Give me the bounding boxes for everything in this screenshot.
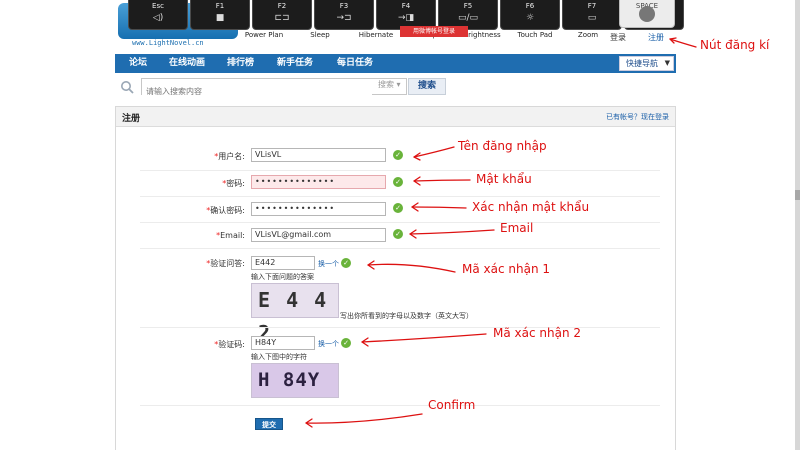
web-page: www.LightNovel.cn Esc ◁) F1 ■ F2 ⊏⊐ F3 →… (0, 0, 795, 450)
panel-title: 注册 (122, 114, 141, 124)
nav-item-forum[interactable]: 论坛 (129, 54, 147, 73)
confirm-password-label: *确认密码: (206, 206, 245, 215)
key-f6: F6 ☼ (500, 0, 560, 30)
key-label-touchpad: Touch Pad (517, 31, 553, 39)
password-label: *密码: (222, 179, 245, 188)
refresh-question-link[interactable]: 换一个 (318, 259, 339, 269)
search-type-label: 搜索 (378, 80, 394, 89)
divider (140, 196, 660, 197)
annotation-register: Nút đăng kí (700, 38, 770, 52)
checkmark-icon: ✓ (341, 258, 351, 268)
question-captcha-hint: 写出你所看到的字母以及数字（英文大写） (340, 312, 473, 320)
verify-question-field[interactable]: E442 (251, 256, 315, 270)
key-label-power-plan: Power Plan (244, 31, 284, 39)
nav-item-newbie-tasks[interactable]: 新手任务 (277, 54, 313, 73)
key-f2: F2 ⊏⊐ (252, 0, 312, 30)
annotation-password: Mật khẩu (476, 172, 532, 186)
refresh-code-link[interactable]: 换一个 (318, 339, 339, 349)
power-plan-icon: ⊏⊐ (274, 13, 290, 23)
key-name: F1 (215, 2, 225, 10)
sleep-icon: →⊐ (336, 13, 352, 23)
verify-code-hint: 输入下图中的字符 (251, 353, 307, 361)
quick-nav-dropdown[interactable]: 快捷导航 ▼ (619, 56, 674, 71)
verify-code-label: *验证码: (214, 340, 245, 349)
key-f7: F7 ▭ (562, 0, 622, 30)
chrome-icon (639, 6, 655, 22)
key-name: F6 (525, 2, 535, 10)
lock-icon: ■ (215, 13, 225, 23)
register-link[interactable]: 注册 (648, 32, 664, 43)
key-name: F7 (587, 2, 597, 10)
key-name: F2 (277, 2, 287, 10)
verify-question-hint: 输入下面问题的答案 (251, 273, 314, 281)
key-label-zoom: Zoom (577, 31, 599, 39)
mute-icon: ◁) (152, 13, 164, 23)
key-name: F5 (463, 2, 473, 10)
logo-url: www.LightNovel.cn (132, 39, 204, 47)
code-captcha-image: H 84Y (251, 363, 339, 398)
key-f3: F3 →⊐ (314, 0, 374, 30)
brightness-icon: ☼ (525, 13, 535, 23)
scrollbar-thumb[interactable] (795, 190, 800, 200)
checkmark-icon: ✓ (393, 203, 403, 213)
key-name: Esc (152, 2, 164, 10)
question-captcha-image: E 4 4 2 (251, 283, 339, 345)
divider (140, 170, 660, 171)
search-button[interactable]: 搜索 (408, 78, 446, 95)
divider (140, 222, 660, 223)
display-output-icon: ▭/▭ (457, 13, 479, 23)
divider (140, 405, 660, 406)
key-f1: F1 ■ (190, 0, 250, 30)
panel-header: 注册 已有帐号？现在登录 (116, 107, 675, 127)
have-account-login-link[interactable]: 已有帐号？现在登录 (606, 112, 669, 122)
username-field[interactable]: VLisVL (251, 148, 386, 162)
verify-question-label: *验证问答: (206, 259, 245, 268)
weibo-login-strip[interactable]: 用微博帐号登录 (400, 26, 468, 37)
annotation-captcha-2: Mã xác nhận 2 (493, 326, 582, 340)
key-name: F4 (401, 2, 411, 10)
quick-nav-label: 快捷导航 (626, 59, 658, 68)
main-nav: 论坛 在线动画 排行榜 新手任务 每日任务 (115, 54, 676, 73)
username-label: *用户名: (214, 152, 245, 161)
annotation-email: Email (500, 221, 534, 235)
login-link[interactable]: 登录 (610, 32, 626, 43)
divider (140, 327, 660, 328)
nav-item-online-anime[interactable]: 在线动画 (169, 54, 205, 73)
confirm-password-field[interactable]: •••••••••••••• (251, 202, 386, 216)
search-box (141, 78, 407, 99)
checkmark-icon: ✓ (341, 338, 351, 348)
search-icon (121, 81, 134, 94)
checkmark-icon: ✓ (393, 150, 403, 160)
function-key-overlay: Esc ◁) F1 ■ F2 ⊏⊐ F3 →⊐ F4 →◨ F5 ▭/▭ F6 … (118, 0, 684, 30)
submit-button[interactable]: 提交 (255, 418, 283, 430)
divider (140, 248, 660, 249)
annotation-username: Tên đăng nhập (458, 139, 547, 153)
key-label-sleep: Sleep (310, 31, 330, 39)
email-label: *Email: (216, 231, 245, 240)
chevron-down-icon: ▼ (664, 59, 670, 67)
search-type-select[interactable]: 搜索 ▾ (378, 79, 401, 90)
checkmark-icon: ✓ (393, 177, 403, 187)
password-field[interactable]: •••••••••••••• (251, 175, 386, 189)
email-field[interactable]: VLisVL@gmail.com (251, 228, 386, 242)
checkmark-icon: ✓ (393, 229, 403, 239)
nav-item-ranking[interactable]: 排行榜 (227, 54, 254, 73)
annotation-confirm: Confirm (428, 398, 476, 412)
verify-code-field[interactable]: H84Y (251, 336, 315, 350)
vertical-scrollbar[interactable] (795, 0, 800, 450)
nav-item-daily-tasks[interactable]: 每日任务 (337, 54, 373, 73)
key-esc: Esc ◁) (128, 0, 188, 30)
key-label-hibernate: Hibernate (358, 31, 394, 39)
key-name: F3 (339, 2, 349, 10)
touchpad-icon: ▭ (587, 13, 597, 23)
hibernate-icon: →◨ (397, 13, 415, 23)
annotation-confirm-password: Xác nhận mật khẩu (472, 200, 590, 214)
key-space: SPACE (619, 0, 675, 28)
search-input[interactable] (142, 84, 372, 99)
annotation-captcha-1: Mã xác nhận 1 (462, 262, 551, 276)
